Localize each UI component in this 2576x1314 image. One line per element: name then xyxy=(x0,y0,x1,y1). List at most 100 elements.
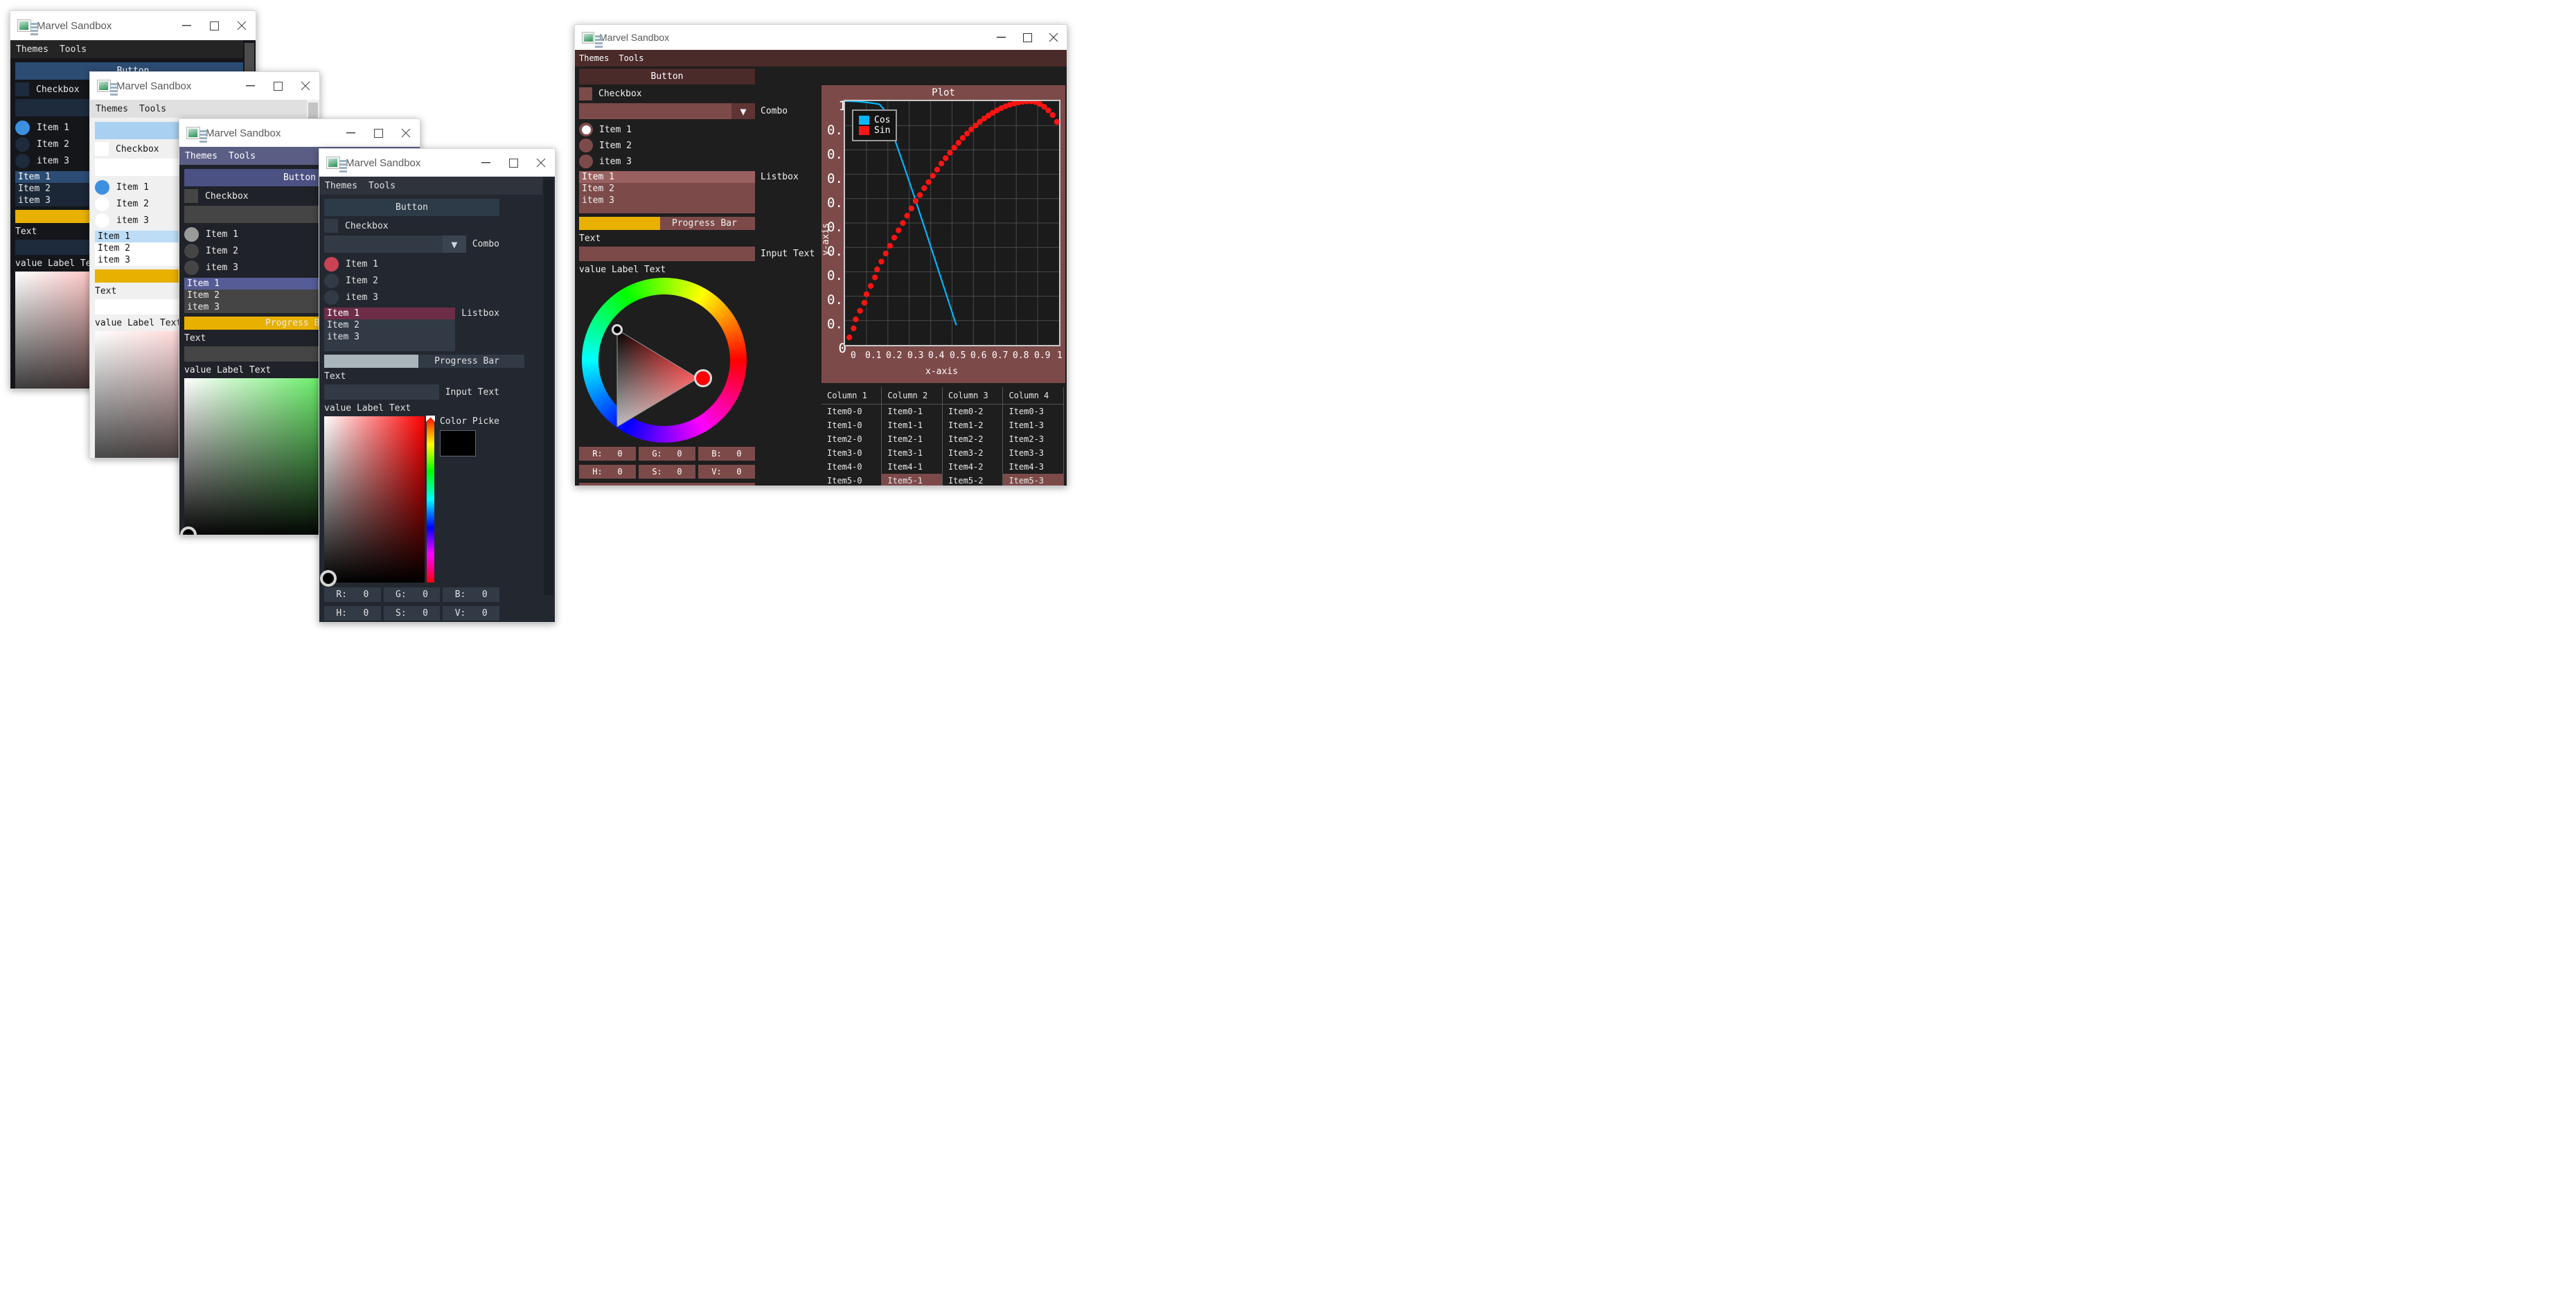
checkbox[interactable] xyxy=(184,189,198,203)
radio-item-2[interactable] xyxy=(579,139,593,152)
button[interactable]: Button xyxy=(324,199,499,216)
table-cell[interactable]: Item3-3 xyxy=(1002,446,1064,460)
table-cell[interactable]: Item5-1 xyxy=(881,474,943,486)
radio-item-3[interactable] xyxy=(95,213,109,228)
close-button[interactable] xyxy=(292,72,319,100)
menu-tools[interactable]: Tools xyxy=(363,181,401,191)
menu-tools[interactable]: Tools xyxy=(223,151,261,161)
listbox-item[interactable]: item 3 xyxy=(579,195,755,206)
listbox-item[interactable]: Item 2 xyxy=(579,183,755,195)
chevron-down-icon[interactable]: ▼ xyxy=(442,236,466,253)
table-cell[interactable]: Item5-2 xyxy=(942,474,1004,486)
combo[interactable]: ▼ xyxy=(324,236,466,253)
button[interactable]: Button xyxy=(579,69,755,85)
table-column-header[interactable]: Column 1 xyxy=(821,387,882,405)
table-cell[interactable]: Item3-2 xyxy=(942,446,1004,460)
close-button[interactable] xyxy=(1040,25,1067,50)
table-cell[interactable]: Item2-2 xyxy=(942,432,1004,446)
titlebar[interactable]: Marvel Sandbox xyxy=(10,11,256,40)
sv-triangle-knob[interactable] xyxy=(612,324,623,335)
checkbox[interactable] xyxy=(579,87,592,100)
titlebar[interactable]: Marvel Sandbox xyxy=(179,119,420,147)
listbox-item[interactable]: Item 2 xyxy=(324,319,455,331)
scrollbar-thumb[interactable] xyxy=(544,179,553,595)
maximize-button[interactable] xyxy=(200,11,228,40)
titlebar[interactable]: Marvel Sandbox xyxy=(319,149,555,177)
table-row[interactable]: Item0-0 Item0-1 Item0-2 Item0-3 xyxy=(821,404,1064,418)
table-cell[interactable]: Item2-0 xyxy=(821,432,882,446)
close-button[interactable] xyxy=(527,149,555,177)
minimize-button[interactable] xyxy=(472,149,499,177)
menu-themes[interactable]: Themes xyxy=(96,104,134,114)
table-column-header[interactable]: Column 4 xyxy=(1002,387,1064,405)
table-cell[interactable]: Item4-0 xyxy=(821,460,882,474)
radio-item-2[interactable] xyxy=(184,244,199,258)
maximize-button[interactable] xyxy=(264,72,292,100)
table-cell[interactable]: Item5-3 xyxy=(1002,474,1064,486)
combo-value[interactable] xyxy=(579,103,731,119)
radio-item-3[interactable] xyxy=(324,290,339,305)
menu-tools[interactable]: Tools xyxy=(134,104,172,114)
table-column-header[interactable]: Column 2 xyxy=(881,387,943,405)
plot-panel[interactable]: Plot y-axis x-axis 1 0.9 0.8 0.7 0.6 0.5… xyxy=(821,85,1065,383)
radio-item-3[interactable] xyxy=(15,154,30,168)
table-cell[interactable]: Item0-3 xyxy=(1002,404,1064,418)
table-row[interactable]: Item5-0 Item5-1 Item5-2 Item5-3 xyxy=(821,474,1064,486)
table-row[interactable]: Item1-0 Item1-1 Item1-2 Item1-3 xyxy=(821,418,1064,432)
menu-themes[interactable]: Themes xyxy=(185,151,223,161)
table-cell[interactable]: Item4-3 xyxy=(1002,460,1064,474)
radio-item-1[interactable] xyxy=(579,123,593,136)
table-cell[interactable]: Item2-3 xyxy=(1002,432,1064,446)
menu-themes[interactable]: Themes xyxy=(579,53,614,63)
scrollbar[interactable] xyxy=(542,177,555,622)
menubar[interactable]: Themes Tools xyxy=(10,40,256,58)
radio-item-1[interactable] xyxy=(184,227,199,242)
menu-tools[interactable]: Tools xyxy=(54,44,92,55)
listbox[interactable]: Item 1 Item 2 item 3 xyxy=(324,308,456,351)
hue-slider[interactable] xyxy=(426,416,435,583)
table-cell[interactable]: Item0-1 xyxy=(881,404,943,418)
maximize-button[interactable] xyxy=(1014,25,1040,50)
checkbox[interactable] xyxy=(324,219,338,233)
table-row[interactable]: Item2-0 Item2-1 Item2-2 Item2-3 xyxy=(821,432,1064,446)
table-body[interactable]: Item0-0 Item0-1 Item0-2 Item0-3 Item1-0 Item1… xyxy=(821,404,1064,486)
window-slate[interactable]: Marvel Sandbox Themes Tools Button Check… xyxy=(319,148,556,623)
menu-themes[interactable]: Themes xyxy=(16,44,54,55)
table-cell[interactable]: Item4-1 xyxy=(881,460,943,474)
rgb-g-field[interactable]: G: 0 xyxy=(639,447,695,461)
combo-value[interactable] xyxy=(324,236,443,253)
table-row[interactable]: Item3-0 Item3-1 Item3-2 Item3-3 xyxy=(821,446,1064,460)
radio-item-1[interactable] xyxy=(324,257,339,272)
menubar[interactable]: Themes Tools xyxy=(90,100,319,118)
hsv-v-field[interactable]: V: 0 xyxy=(443,606,500,621)
hsv-s-field[interactable]: S: 0 xyxy=(639,465,695,479)
combo[interactable]: ▼ xyxy=(579,103,755,119)
hue-wheel-knob[interactable] xyxy=(694,369,712,387)
maximize-button[interactable] xyxy=(499,149,527,177)
minimize-button[interactable] xyxy=(172,11,200,40)
table-cell[interactable]: Item2-1 xyxy=(881,432,943,446)
table-column-header[interactable]: Column 3 xyxy=(942,387,1004,405)
menu-themes[interactable]: Themes xyxy=(325,181,363,191)
input-text[interactable] xyxy=(324,384,439,400)
minimize-button[interactable] xyxy=(988,25,1014,50)
table-cell[interactable]: Item1-2 xyxy=(942,418,1004,432)
table-cell[interactable]: Item0-0 xyxy=(821,404,882,418)
table-cell[interactable]: Item1-1 xyxy=(881,418,943,432)
table-cell[interactable]: Item4-2 xyxy=(942,460,1004,474)
rgb-b-field[interactable]: B: 0 xyxy=(698,447,755,461)
radio-item-3[interactable] xyxy=(184,260,199,275)
radio-item-2[interactable] xyxy=(324,274,339,288)
radio-item-3[interactable] xyxy=(579,154,593,168)
menubar[interactable]: Themes Tools xyxy=(319,177,555,195)
rgb-r-field[interactable]: R: 0 xyxy=(324,587,381,602)
listbox-item[interactable]: item 3 xyxy=(324,331,455,343)
input-text[interactable] xyxy=(579,247,755,261)
maximize-button[interactable] xyxy=(364,119,392,147)
titlebar[interactable]: Marvel Sandbox xyxy=(90,72,319,100)
radio-item-2[interactable] xyxy=(95,197,109,211)
table-cell[interactable]: Item5-0 xyxy=(821,474,882,486)
checkbox[interactable] xyxy=(15,82,29,96)
rgb-b-field[interactable]: B: 0 xyxy=(443,587,500,602)
titlebar[interactable]: Marvel Sandbox xyxy=(575,25,1067,50)
